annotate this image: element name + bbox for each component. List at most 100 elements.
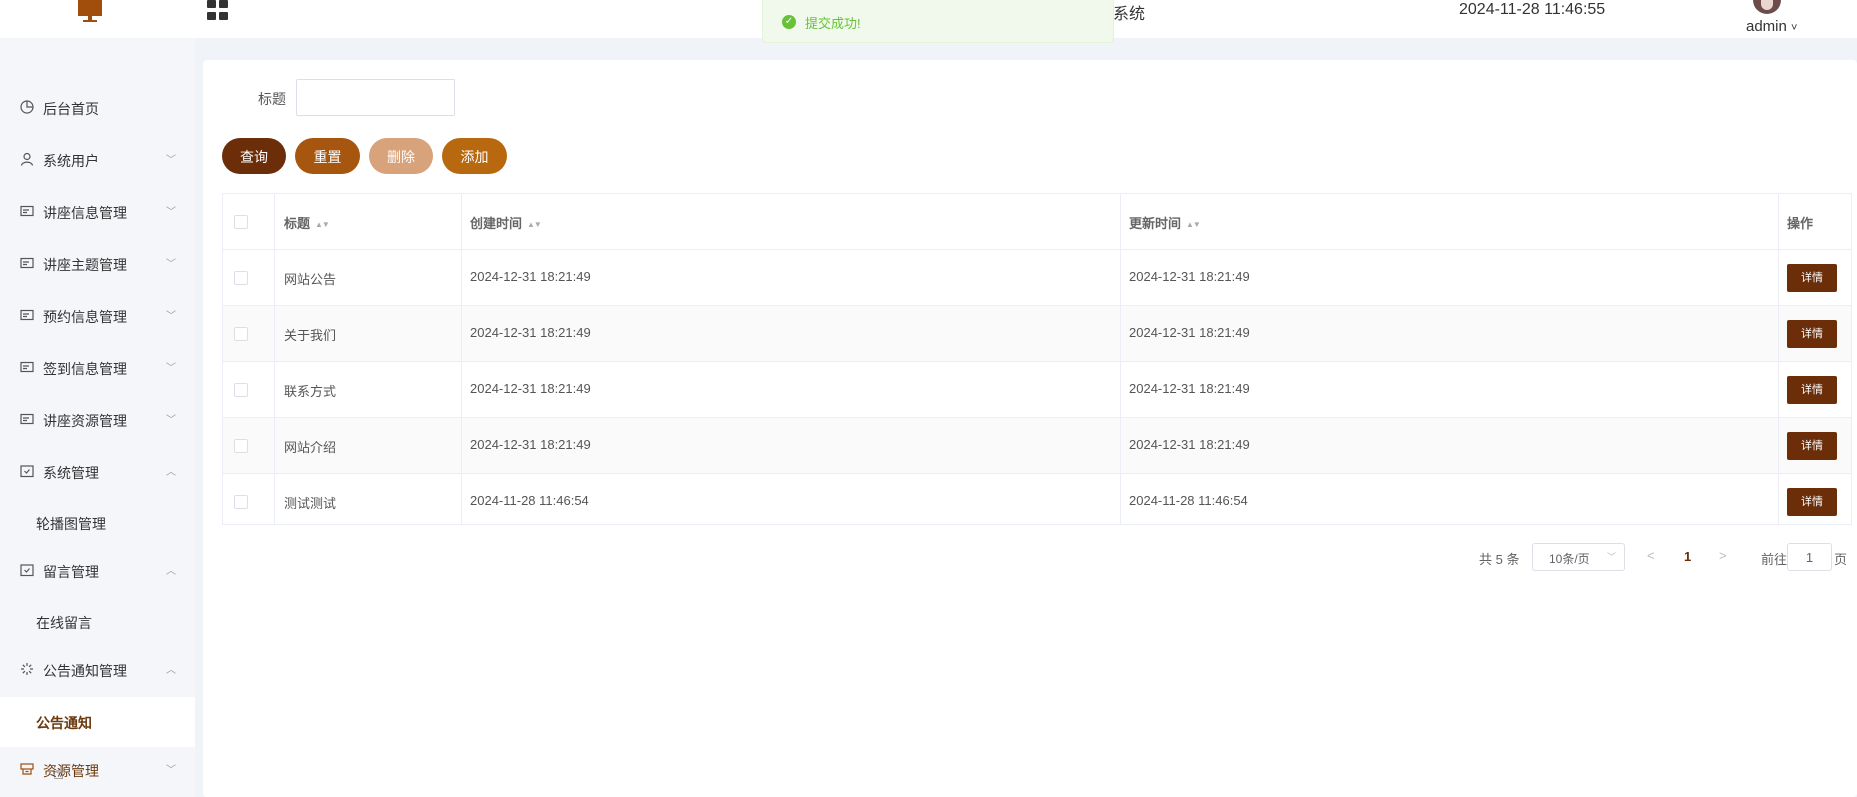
detail-button[interactable]: 详情: [1787, 264, 1837, 292]
sidebar-subitem-label: 在线留言: [36, 615, 92, 631]
sidebar-item-label: 系统管理: [43, 465, 99, 481]
cell-created: 2024-12-31 18:21:49: [470, 325, 591, 340]
sidebar-item-notice-management[interactable]: 公告通知管理 ︿: [0, 650, 195, 690]
row-checkbox[interactable]: [234, 271, 248, 285]
cell-title: 关于我们: [284, 328, 337, 343]
card-icon: [20, 309, 34, 321]
prev-page-icon[interactable]: <: [1647, 548, 1655, 563]
detail-button[interactable]: 详情: [1787, 488, 1837, 516]
column-header-created[interactable]: 创建时间 ▲▼: [470, 213, 542, 232]
folder-check-icon: [20, 465, 34, 478]
goto-page-input[interactable]: [1787, 543, 1832, 571]
card-icon: [20, 257, 34, 269]
table-row: 关于我们 2024-12-31 18:21:49 2024-12-31 18:2…: [223, 306, 1851, 362]
chevron-down-icon: ﹀: [166, 155, 176, 166]
clock-icon: [20, 100, 34, 114]
reset-button[interactable]: 重置: [295, 138, 360, 174]
sidebar-item-resource-management[interactable]: 资源管理 ﹀: [0, 750, 195, 790]
folder-check-icon: [20, 564, 34, 577]
avatar[interactable]: [1753, 0, 1781, 14]
cell-updated: 2024-12-31 18:21:49: [1129, 381, 1250, 396]
detail-button[interactable]: 详情: [1787, 432, 1837, 460]
chevron-down-icon: ˅: [1791, 22, 1798, 34]
cell-title: 测试测试: [284, 496, 337, 511]
chevron-down-icon: ﹀: [166, 363, 176, 374]
card-icon: [20, 361, 34, 373]
chevron-down-icon: ﹀: [166, 765, 176, 776]
table-row: 测试测试 2024-11-28 11:46:54 2024-11-28 11:4…: [223, 474, 1851, 530]
goto-label: 前往: [1761, 552, 1788, 567]
sidebar-item-system-users[interactable]: 系统用户 ﹀: [0, 140, 195, 180]
resource-icon: [20, 763, 34, 775]
sidebar-subitem-label: 公告通知: [36, 715, 92, 731]
cell-created: 2024-12-31 18:21:49: [470, 381, 591, 396]
add-button[interactable]: 添加: [442, 138, 507, 174]
page-size-select[interactable]: 10条/页 ﹀: [1532, 543, 1625, 571]
next-page-icon[interactable]: >: [1719, 548, 1727, 563]
user-menu[interactable]: admin ˅: [1746, 18, 1797, 35]
chevron-up-icon: ︿: [166, 566, 176, 577]
page-suffix-label: 页: [1834, 552, 1848, 567]
sidebar-item-reservation[interactable]: 预约信息管理 ﹀: [0, 296, 195, 336]
cell-created: 2024-12-31 18:21:49: [470, 437, 591, 452]
row-checkbox[interactable]: [234, 327, 248, 341]
query-button[interactable]: 查询: [222, 138, 286, 174]
current-page-number[interactable]: 1: [1684, 549, 1691, 564]
sidebar: 后台首页 系统用户 ﹀ 讲座信息管理 ﹀ 讲座主题管理 ﹀ 预约信息管理 ﹀ 签…: [0, 38, 195, 797]
chevron-down-icon: ﹀: [166, 415, 176, 426]
sidebar-subitem-carousel[interactable]: 轮播图管理: [0, 498, 195, 548]
select-all-checkbox[interactable]: [234, 215, 248, 229]
cell-created: 2024-12-31 18:21:49: [470, 269, 591, 284]
sidebar-item-label: 资源管理: [43, 763, 99, 779]
delete-button[interactable]: 删除: [369, 138, 433, 174]
chevron-down-icon: ﹀: [166, 207, 176, 218]
column-header-title[interactable]: 标题 ▲▼: [284, 213, 330, 232]
current-datetime: 2024-11-28 11:46:55: [1459, 1, 1606, 18]
table-header-row: 标题 ▲▼ 创建时间 ▲▼ 更新时间 ▲▼ 操作: [223, 194, 1851, 250]
pointer-cursor-icon: ☝: [53, 763, 64, 783]
column-divider: [274, 194, 275, 524]
sidebar-item-label: 后台首页: [43, 101, 99, 117]
sidebar-item-home[interactable]: 后台首页: [0, 88, 195, 128]
cell-title: 联系方式: [284, 384, 337, 399]
sidebar-item-lecture-topic[interactable]: 讲座主题管理 ﹀: [0, 244, 195, 284]
success-toast: ✓ 提交成功!: [762, 0, 1114, 43]
chevron-up-icon: ︿: [166, 467, 176, 478]
sidebar-subitem-online-message[interactable]: 在线留言: [0, 597, 195, 647]
sidebar-subitem-notice[interactable]: 公告通知: [0, 697, 195, 747]
detail-button[interactable]: 详情: [1787, 320, 1837, 348]
sidebar-item-message-management[interactable]: 留言管理 ︿: [0, 551, 195, 591]
sidebar-item-lecture-resource[interactable]: 讲座资源管理 ﹀: [0, 400, 195, 440]
column-divider: [1120, 194, 1121, 524]
sidebar-item-lecture-info[interactable]: 讲座信息管理 ﹀: [0, 192, 195, 232]
detail-button[interactable]: 详情: [1787, 376, 1837, 404]
cell-updated: 2024-12-31 18:21:49: [1129, 437, 1250, 452]
sidebar-item-system-management[interactable]: 系统管理 ︿: [0, 452, 195, 492]
sort-icon: ▲▼: [527, 220, 542, 229]
chevron-up-icon: ︿: [166, 665, 176, 676]
chevron-down-icon: ﹀: [1606, 552, 1616, 562]
column-divider: [1778, 194, 1779, 524]
sidebar-item-checkin[interactable]: 签到信息管理 ﹀: [0, 348, 195, 388]
sidebar-item-label: 系统用户: [43, 153, 99, 169]
sidebar-item-label: 签到信息管理: [43, 361, 127, 377]
row-checkbox[interactable]: [234, 383, 248, 397]
username: admin: [1746, 18, 1787, 35]
sidebar-item-label: 预约信息管理: [43, 309, 127, 325]
cell-updated: 2024-12-31 18:21:49: [1129, 325, 1250, 340]
sidebar-item-label: 讲座资源管理: [43, 413, 127, 429]
sort-icon: ▲▼: [1186, 220, 1201, 229]
search-title-input[interactable]: [296, 79, 455, 116]
menu-grid-icon[interactable]: [207, 0, 229, 20]
row-checkbox[interactable]: [234, 439, 248, 453]
loading-icon: [21, 663, 33, 675]
column-header-updated[interactable]: 更新时间 ▲▼: [1129, 213, 1201, 232]
cell-updated: 2024-11-28 11:46:54: [1129, 493, 1248, 508]
check-circle-icon: ✓: [782, 15, 796, 29]
system-title: 系统: [1113, 6, 1146, 23]
user-icon: [20, 152, 34, 166]
row-checkbox[interactable]: [234, 495, 248, 509]
cell-updated: 2024-12-31 18:21:49: [1129, 269, 1250, 284]
table-row: 联系方式 2024-12-31 18:21:49 2024-12-31 18:2…: [223, 362, 1851, 418]
cell-created: 2024-11-28 11:46:54: [470, 493, 589, 508]
